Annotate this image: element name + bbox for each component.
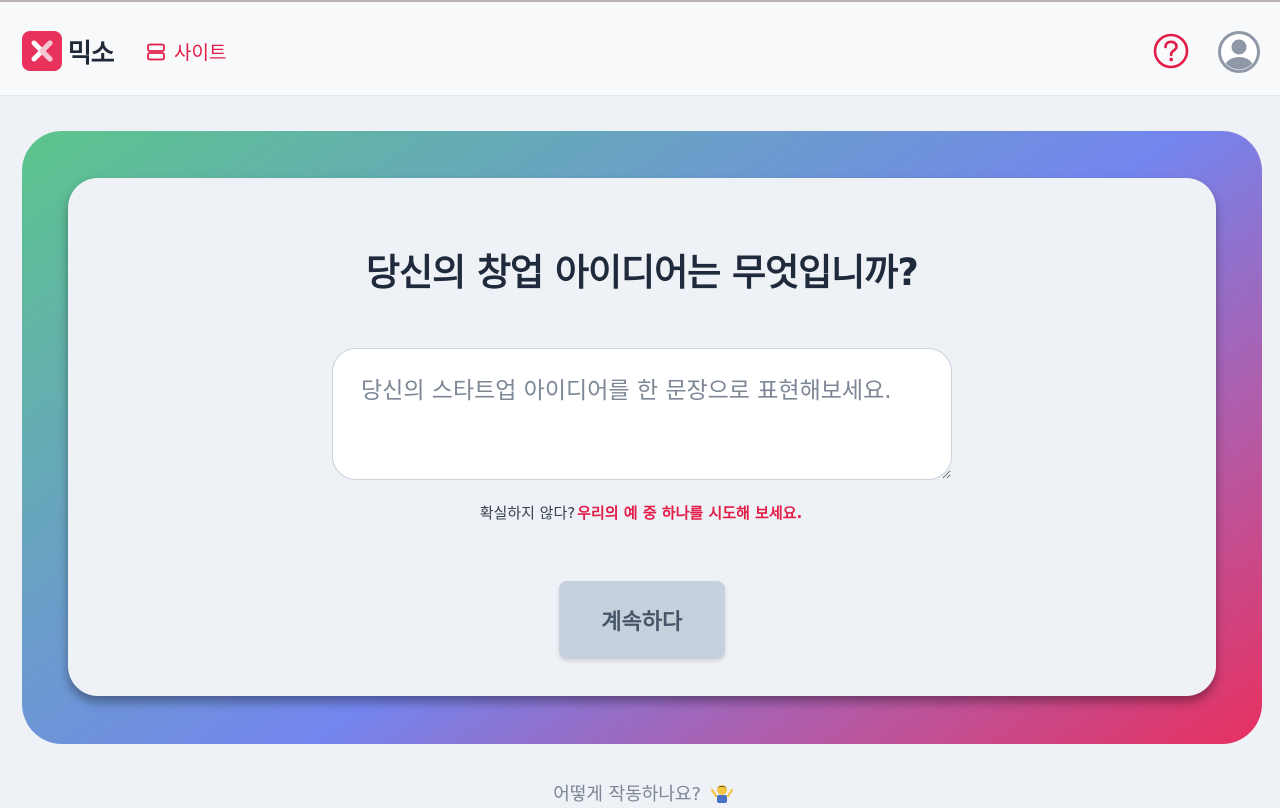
hint-text: 확실하지 않다? [479,504,576,522]
question-circle-icon [1153,33,1189,69]
app-header: 믹소 사이트 [0,2,1280,96]
user-avatar-button[interactable] [1218,31,1260,73]
user-avatar-icon [1218,31,1260,73]
person-shrugging-icon [710,783,733,803]
startup-idea-input[interactable] [332,348,952,480]
logo-link[interactable]: 믹소 [22,31,115,71]
site-pages-icon [146,42,166,62]
how-it-works-label: 어떻게 작동하나요? [553,784,702,805]
how-it-works-link[interactable]: 어떻게 작동하나요? [0,780,1280,806]
try-example-link[interactable]: 우리의 예 중 하나를 시도해 보세요. [577,504,802,522]
page-title: 당신의 창업 아이디어는 무엇입니까? [366,251,919,294]
logo-x-icon [22,31,62,71]
site-link[interactable]: 사이트 [146,38,226,65]
continue-button[interactable]: 계속하다 [559,581,725,659]
logo-text: 믹소 [68,38,115,69]
example-hint: 확실하지 않다? 우리의 예 중 하나를 시도해 보세요. [0,502,1280,523]
help-button[interactable] [1152,32,1190,70]
site-link-label: 사이트 [174,42,227,64]
